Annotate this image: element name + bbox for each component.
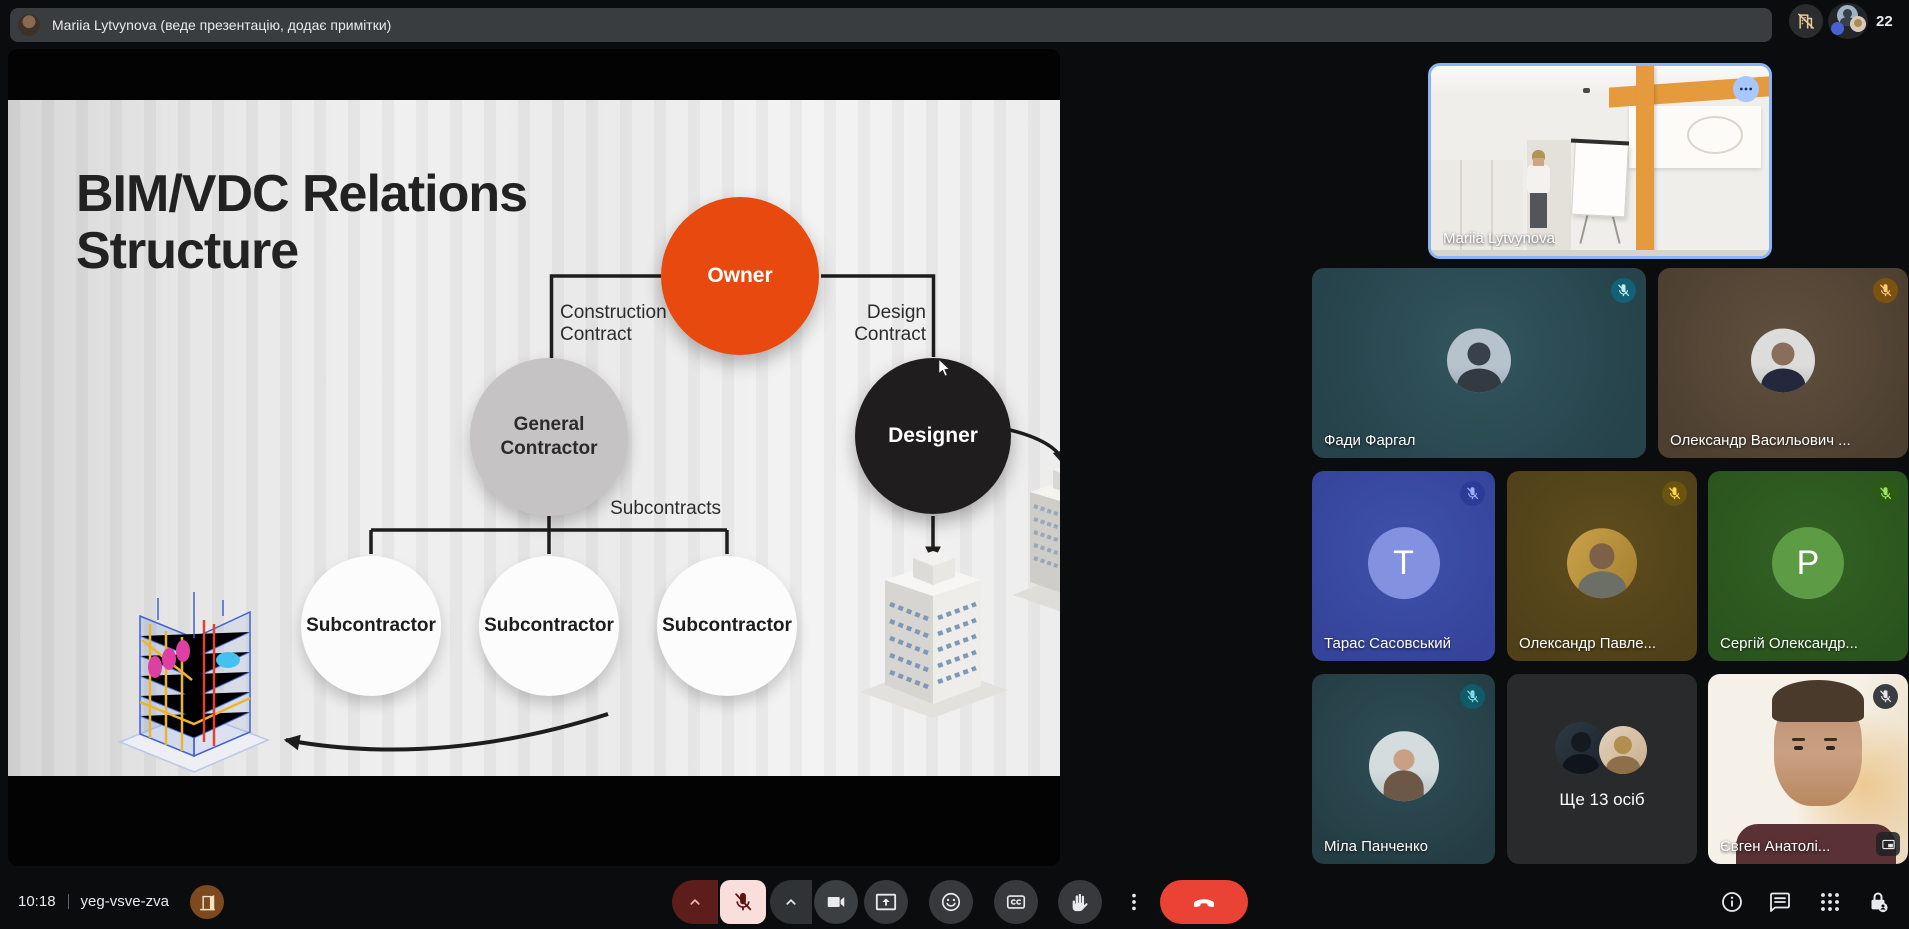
door-open-icon <box>198 893 217 912</box>
tile-taras-sasovskyi[interactable]: Т Тарас Сасовський <box>1312 471 1495 661</box>
closed-captions-icon <box>1005 891 1027 913</box>
mic-muted-icon <box>1873 481 1898 506</box>
participant-name: Mariia Lytvynova <box>1443 230 1555 247</box>
bim-model-illustration <box>118 592 270 773</box>
phone-hangup-icon <box>1191 889 1217 915</box>
mic-muted-icon <box>1460 481 1485 506</box>
participant-name: Фади Фаргал <box>1324 432 1416 449</box>
present-to-all-icon <box>875 891 897 913</box>
meeting-meta: 10:18 yeg-vsve-zva <box>18 893 169 910</box>
participant-name: Олександр Павле... <box>1519 635 1657 652</box>
participant-name: Сергій Олександр... <box>1720 635 1858 652</box>
participants-count-button[interactable]: 22 <box>1828 3 1893 39</box>
org-node-designer: Designer <box>855 358 1011 514</box>
more-vertical-icon <box>1123 891 1145 913</box>
tile-oleksandr-pavle[interactable]: Олександр Павле... <box>1507 471 1697 661</box>
videocam-icon <box>825 891 847 913</box>
mic-options-chevron[interactable] <box>672 880 718 924</box>
pip-icon <box>1881 837 1896 852</box>
presenter-status-label: Mariia Lytvynova (веде презентацію, дода… <box>52 17 392 33</box>
more-options-button[interactable] <box>1112 880 1156 924</box>
tile-oleksandr-vasylovych[interactable]: Олександр Васильович ... <box>1658 268 1908 458</box>
label-construction-contract: Construction Contract <box>560 302 667 345</box>
more-people-label: Ще 13 осіб <box>1559 790 1645 809</box>
mic-muted-icon <box>1460 684 1485 709</box>
more-people-avatars <box>1547 722 1657 774</box>
chevron-up-icon <box>686 893 704 911</box>
mouse-cursor <box>938 358 951 377</box>
captions-button[interactable] <box>994 880 1038 924</box>
presenter-avatar <box>18 14 40 36</box>
reactions-button[interactable] <box>929 880 973 924</box>
apps-grid-icon <box>1818 890 1842 914</box>
leave-call-button[interactable] <box>1160 880 1248 924</box>
tile-presenter-mariia[interactable]: Mariia Lytvynova <box>1428 63 1772 259</box>
participant-name: Тарас Сасовський <box>1324 635 1451 652</box>
raise-hand-button[interactable] <box>1058 880 1102 924</box>
host-controls-button[interactable] <box>1866 890 1890 914</box>
present-screen-button[interactable] <box>864 880 908 924</box>
tile-serhii-oleksandr[interactable]: Р Сергій Олександр... <box>1708 471 1908 661</box>
camera-toggle-button[interactable] <box>814 880 858 924</box>
participant-avatars-cluster <box>1828 3 1868 39</box>
chat-button[interactable] <box>1768 890 1792 914</box>
avatar-initial: Р <box>1772 527 1844 600</box>
picture-in-picture-button[interactable] <box>1876 832 1900 856</box>
chat-icon <box>1768 890 1792 914</box>
presenter-video <box>1431 66 1769 256</box>
participant-name: Олександр Васильович ... <box>1670 432 1851 449</box>
info-icon <box>1720 890 1744 914</box>
avatar-initial: Т <box>1367 527 1440 600</box>
meeting-code: yeg-vsve-zva <box>80 893 169 910</box>
meeting-room-badge[interactable] <box>190 885 224 919</box>
avatar <box>1567 528 1637 599</box>
camera-options-chevron[interactable] <box>770 880 812 924</box>
lock-person-icon <box>1866 890 1890 914</box>
presentation-slide: BIM/VDC Relations Structure Owner Genera… <box>8 100 1060 776</box>
participant-name: Євген Анатолі... <box>1720 838 1831 855</box>
tile-mila-panchenko[interactable]: Міла Панченко <box>1312 674 1495 864</box>
meta-divider <box>67 894 69 909</box>
tile-fady-fargal[interactable]: Фади Фаргал <box>1312 268 1646 458</box>
clock-time: 10:18 <box>18 893 56 910</box>
camera-control[interactable] <box>770 880 858 924</box>
raised-hand-icon <box>1069 891 1091 913</box>
mic-muted-icon <box>1611 278 1636 303</box>
avatar <box>1447 328 1511 393</box>
participant-count: 22 <box>1876 12 1893 30</box>
org-node-subcontractor-3: Subcontractor <box>657 556 797 696</box>
mic-muted-icon <box>1873 278 1898 303</box>
microphone-control[interactable] <box>672 880 766 924</box>
office-building-off-button[interactable] <box>1789 4 1823 38</box>
mic-muted-icon <box>1873 684 1898 709</box>
chevron-up-icon <box>782 893 800 911</box>
tile-more-people[interactable]: Ще 13 осіб <box>1507 674 1697 864</box>
avatar <box>1368 731 1439 802</box>
mic-muted-icon <box>1662 481 1687 506</box>
org-node-subcontractor-2: Subcontractor <box>479 556 619 696</box>
more-horizontal-icon <box>1738 81 1754 97</box>
building-illustration-design <box>1013 467 1060 612</box>
mic-mute-toggle-button[interactable] <box>720 880 766 924</box>
org-node-general-contractor: General Contractor <box>470 358 628 516</box>
org-node-subcontractor-1: Subcontractor <box>301 556 441 696</box>
smiley-icon <box>940 891 962 913</box>
label-design-contract: Design Contract <box>854 302 926 345</box>
tile-yevhen-anatolii[interactable]: Євген Анатолі... <box>1708 674 1908 864</box>
avatar <box>1751 328 1815 393</box>
building-illustration-construction <box>860 551 1008 718</box>
mic-off-icon <box>732 891 754 913</box>
meeting-details-button[interactable] <box>1720 890 1744 914</box>
org-node-owner: Owner <box>661 197 819 355</box>
tile-options-button[interactable] <box>1733 76 1759 102</box>
presenter-status-bar: Mariia Lytvynova (веде презентацію, дода… <box>10 8 1772 42</box>
building-slash-icon <box>1796 11 1816 31</box>
activities-button[interactable] <box>1818 890 1842 914</box>
participant-name: Міла Панченко <box>1324 838 1429 855</box>
